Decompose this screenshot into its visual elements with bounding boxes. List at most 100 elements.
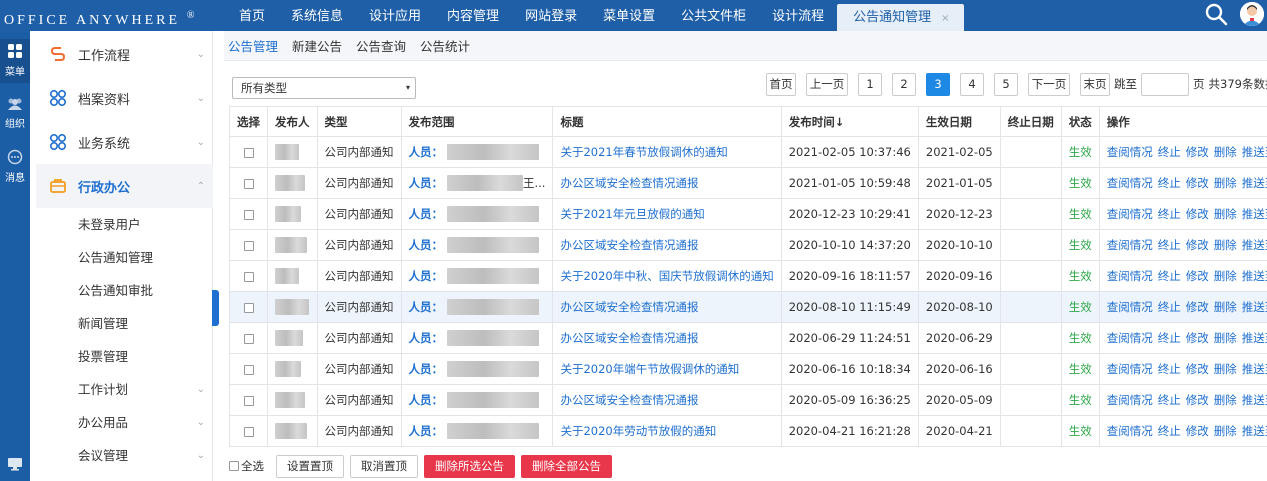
monitor-icon[interactable] [7,457,23,471]
page-button-5[interactable]: 5 [994,72,1018,96]
delete-link[interactable]: 删除 [1214,207,1237,221]
edit-link[interactable]: 修改 [1186,424,1209,438]
view-readers-link[interactable]: 查阅情况 [1107,362,1153,376]
view-readers-link[interactable]: 查阅情况 [1107,176,1153,190]
delete-link[interactable]: 删除 [1214,424,1237,438]
subtab-1[interactable]: 新建公告 [292,36,342,55]
cancel-top-button[interactable]: 取消置顶 [350,454,418,478]
page-button-1[interactable]: 1 [858,72,882,96]
notice-title-link[interactable]: 办公区域安全检查情况通报 [560,300,698,314]
delete-link[interactable]: 删除 [1214,300,1237,314]
table-row[interactable]: 公司内部通知 人员： 办公区域安全检查情况通报 2020-05-09 16:36:25… [229,384,1267,416]
push-to-portal-link[interactable]: 推送至门户 [1242,362,1267,376]
nav-item-8[interactable]: 公告通知管理 × [837,4,964,31]
nav-item-2[interactable]: 设计应用 [356,0,434,31]
row-checkbox[interactable] [243,240,254,251]
push-to-portal-link[interactable]: 推送至门户 [1242,238,1267,252]
push-to-portal-link[interactable]: 推送至门户 [1242,393,1267,407]
table-row[interactable]: 公司内部通知 人员： 办公区域安全检查情况通报 2020-08-10 11:15:49… [229,291,1267,323]
view-readers-link[interactable]: 查阅情况 [1107,269,1153,283]
table-row[interactable]: 公司内部通知 人员： 办公区域安全检查情况通报 2020-10-10 14:37:20… [229,229,1267,261]
table-row[interactable]: 公司内部通知 人员： 关于2021年春节放假调休的通知 2021-02-05 10:3… [229,136,1267,168]
sidebar-collapse-handle[interactable] [212,290,219,326]
page-button-4[interactable]: 4 [960,72,984,96]
select-all-checkbox[interactable] [229,461,239,471]
push-to-portal-link[interactable]: 推送至门户 [1242,269,1267,283]
view-readers-link[interactable]: 查阅情况 [1107,145,1153,159]
delete-link[interactable]: 删除 [1214,269,1237,283]
notice-title-link[interactable]: 关于2020年劳动节放假的通知 [560,424,716,438]
view-readers-link[interactable]: 查阅情况 [1107,424,1153,438]
row-checkbox[interactable] [243,333,254,344]
delete-link[interactable]: 删除 [1214,176,1237,190]
terminate-link[interactable]: 终止 [1158,331,1181,345]
jump-page-input[interactable] [1141,72,1189,96]
column-header-5[interactable]: 发布时间↓ [780,106,919,137]
sidebar-subitem-1[interactable]: 公告通知管理 [36,241,213,274]
push-to-portal-link[interactable]: 推送至门户 [1242,331,1267,345]
notice-title-link[interactable]: 关于2021年春节放假调休的通知 [560,145,727,159]
row-checkbox[interactable] [243,178,254,189]
edit-link[interactable]: 修改 [1186,238,1209,252]
nav-item-0[interactable]: 首页 [226,0,278,31]
notice-title-link[interactable]: 办公区域安全检查情况通报 [560,238,698,252]
sidebar-group-3[interactable]: 行政办公 ⌃ [36,164,213,208]
delete-link[interactable]: 删除 [1214,331,1237,345]
next-page-button[interactable]: 下一页 [1028,72,1070,96]
terminate-link[interactable]: 终止 [1158,300,1181,314]
edit-link[interactable]: 修改 [1186,362,1209,376]
close-icon[interactable]: × [941,13,949,24]
subtab-3[interactable]: 公告统计 [420,36,470,55]
first-page-button[interactable]: 首页 [766,72,796,96]
view-readers-link[interactable]: 查阅情况 [1107,300,1153,314]
edit-link[interactable]: 修改 [1186,145,1209,159]
notice-title-link[interactable]: 办公区域安全检查情况通报 [560,176,698,190]
last-page-button[interactable]: 末页 [1080,72,1110,96]
nav-item-5[interactable]: 菜单设置 [590,0,668,31]
notice-title-link[interactable]: 关于2020年端午节放假调休的通知 [560,362,739,376]
delete-selected-button[interactable]: 删除所选公告 [424,454,515,478]
terminate-link[interactable]: 终止 [1158,176,1181,190]
terminate-link[interactable]: 终止 [1158,238,1181,252]
row-checkbox[interactable] [243,364,254,375]
row-checkbox[interactable] [243,271,254,282]
subtab-2[interactable]: 公告查询 [356,36,406,55]
nav-item-4[interactable]: 网站登录 [512,0,590,31]
page-button-3[interactable]: 3 [926,72,950,96]
edit-link[interactable]: 修改 [1186,393,1209,407]
edit-link[interactable]: 修改 [1186,331,1209,345]
view-readers-link[interactable]: 查阅情况 [1107,331,1153,345]
delete-link[interactable]: 删除 [1214,238,1237,252]
table-row[interactable]: 公司内部通知 人员： 关于2021年元旦放假的通知 2020-12-23 10:29:… [229,198,1267,230]
type-select[interactable]: 所有类型 ▾ [232,77,416,99]
table-row[interactable]: 公司内部通知 人员： 关于2020年中秋、国庆节放假调休的通知 2020-09-16 … [229,260,1267,292]
prev-page-button[interactable]: 上一页 [806,72,848,96]
delete-link[interactable]: 删除 [1214,393,1237,407]
notice-title-link[interactable]: 办公区域安全检查情况通报 [560,331,698,345]
edit-link[interactable]: 修改 [1186,207,1209,221]
terminate-link[interactable]: 终止 [1158,424,1181,438]
terminate-link[interactable]: 终止 [1158,207,1181,221]
terminate-link[interactable]: 终止 [1158,269,1181,283]
sidebar-subitem-7[interactable]: 会议管理 ⌄ [36,439,213,472]
set-top-button[interactable]: 设置置顶 [276,454,344,478]
terminate-link[interactable]: 终止 [1158,145,1181,159]
nav-item-7[interactable]: 设计流程 [759,0,837,31]
edit-link[interactable]: 修改 [1186,269,1209,283]
sidebar-subitem-0[interactable]: 未登录用户 [36,208,213,241]
delete-all-button[interactable]: 删除全部公告 [521,454,612,478]
table-row[interactable]: 公司内部通知 人员： 关于2020年端午节放假调休的通知 2020-06-16 10:… [229,353,1267,385]
subtab-0[interactable]: 公告管理 [228,36,278,55]
rail-item-1[interactable]: 组织 [0,93,30,137]
nav-item-3[interactable]: 内容管理 [434,0,512,31]
nav-item-1[interactable]: 系统信息 [278,0,356,31]
notice-title-link[interactable]: 关于2021年元旦放假的通知 [560,207,704,221]
row-checkbox[interactable] [243,426,254,437]
select-all[interactable]: 全选 [229,458,264,474]
rail-item-2[interactable]: 消息 [0,145,30,189]
row-checkbox[interactable] [243,395,254,406]
terminate-link[interactable]: 终止 [1158,393,1181,407]
row-checkbox[interactable] [243,302,254,313]
rail-item-0[interactable]: 菜单 [0,39,30,83]
notice-title-link[interactable]: 关于2020年中秋、国庆节放假调休的通知 [560,269,773,283]
